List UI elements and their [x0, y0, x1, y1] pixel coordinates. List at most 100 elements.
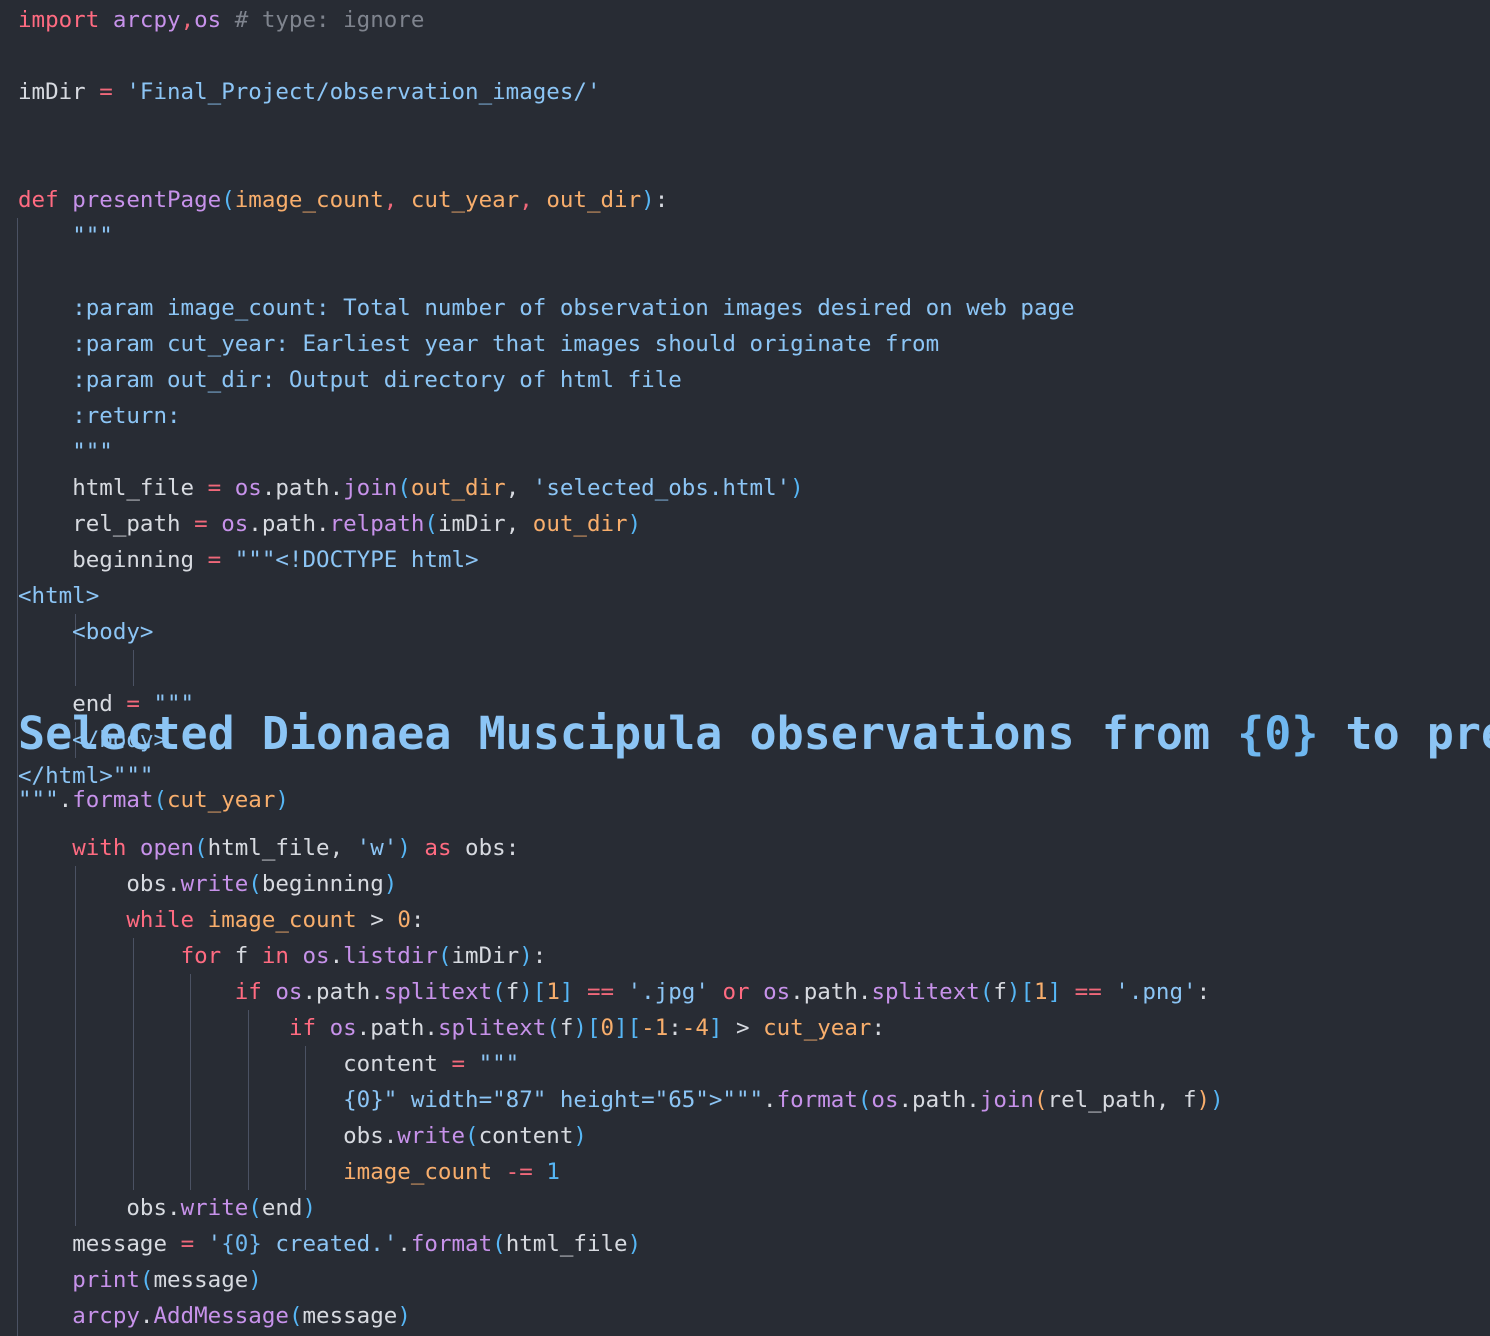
code-line-6[interactable]: def presentPage(image_count, cut_year, o… — [0, 182, 1490, 218]
code-line-14[interactable]: html_file = os.path.join(out_dir, 'selec… — [0, 470, 1490, 506]
code-line-22[interactable]: </html>""" — [0, 758, 1490, 794]
code-line-20[interactable]: end = """ — [0, 686, 1490, 722]
code-line-16[interactable]: beginning = """<!DOCTYPE html> — [0, 542, 1490, 578]
token-module-os-ref7: os — [871, 1087, 899, 1113]
token-arg-html-file: html_file — [207, 835, 330, 861]
token-html-open-html: <html> — [18, 583, 100, 609]
token-keyword-for: for — [180, 943, 222, 969]
token-keyword-while: while — [126, 907, 195, 933]
token-index-1: 1 — [546, 979, 560, 1005]
token-keyword-as: as — [424, 835, 452, 861]
token-param-cut-year: cut_year — [410, 187, 520, 213]
token-arg-out-dir-2: out_dir — [532, 511, 628, 537]
token-number-zero: 0 — [397, 907, 411, 933]
code-line-18[interactable]: <body> — [0, 614, 1490, 650]
token-module-os-ref: os — [234, 475, 262, 501]
code-line-3[interactable]: imDir = 'Final_Project/observation_image… — [0, 74, 1490, 110]
token-arg-f-2: f — [993, 979, 1007, 1005]
token-var-content: content — [343, 1051, 438, 1077]
token-method-join-2: join — [979, 1087, 1034, 1113]
code-line-5[interactable] — [0, 146, 1490, 182]
code-line-15[interactable]: rel_path = os.path.relpath(imDir, out_di… — [0, 506, 1490, 542]
token-triple-quote-open-3: """ — [478, 1051, 520, 1077]
code-line-12[interactable]: :return: — [0, 398, 1490, 434]
token-index-0: 0 — [600, 1015, 615, 1041]
code-line-31[interactable]: {0}" width="87" height="65">""".format(o… — [0, 1082, 1490, 1118]
code-line-19[interactable]: Selected Dionaea Muscipula observations … — [0, 650, 1490, 813]
code-line-37[interactable]: arcpy.AddMessage(message) — [0, 1298, 1490, 1334]
code-line-7[interactable]: """ — [0, 218, 1490, 254]
token-slice-end: -4 — [681, 1015, 709, 1041]
code-line-10[interactable]: :param cut_year: Earliest year that imag… — [0, 326, 1490, 362]
code-line-4[interactable] — [0, 110, 1490, 146]
code-line-34[interactable]: obs.write(end) — [0, 1190, 1490, 1226]
token-operator-eq-1: == — [586, 979, 615, 1005]
code-line-17[interactable]: <html> — [0, 578, 1490, 614]
code-line-27[interactable]: for f in os.listdir(imDir): — [0, 938, 1490, 974]
token-paren-close: ) — [641, 187, 655, 213]
token-format-placeholder: {0} — [221, 1231, 262, 1257]
token-method-splitext-3: splitext — [437, 1015, 547, 1041]
code-line-35[interactable]: message = '{0} created.'.format(html_fil… — [0, 1226, 1490, 1262]
token-builtin-open: open — [139, 835, 195, 861]
code-line-32[interactable]: obs.write(content) — [0, 1118, 1490, 1154]
token-builtin-print: print — [72, 1267, 140, 1293]
token-var-image-count-1: image_count — [207, 907, 357, 933]
token-var-beginning: beginning — [72, 547, 195, 573]
token-var-obs-ref-1: obs — [126, 871, 168, 897]
token-method-splitext-2: splitext — [871, 979, 980, 1005]
token-html-doctype: <!DOCTYPE html> — [275, 547, 479, 573]
token-method-AddMessage: AddMessage — [153, 1303, 289, 1329]
code-line-28[interactable]: if os.path.splitext(f)[1] == '.jpg' or o… — [0, 974, 1490, 1010]
code-line-24[interactable]: with open(html_file, 'w') as obs: — [0, 830, 1490, 866]
token-module-os-ref5: os — [763, 979, 791, 1005]
token-triple-quote-close-2: """ — [112, 763, 154, 789]
code-line-13[interactable]: """ — [0, 434, 1490, 470]
token-html-close-html: </html> — [18, 763, 113, 789]
token-module-os-ref3: os — [302, 943, 330, 969]
code-line-23[interactable] — [0, 794, 1490, 830]
token-var-obs: obs — [465, 835, 506, 861]
token-triple-quote-open-2: """ — [153, 691, 195, 717]
token-method-write-1: write — [180, 871, 249, 897]
token-arg-end: end — [261, 1195, 303, 1221]
token-html-close-body: </body> — [18, 727, 168, 753]
token-arg-f-1: f — [505, 979, 520, 1005]
token-module-arcpy-ref: arcpy — [72, 1303, 140, 1329]
token-method-write-2: write — [397, 1123, 466, 1149]
token-var-f: f — [234, 943, 249, 969]
code-line-36[interactable]: print(message) — [0, 1262, 1490, 1298]
token-index-1b: 1 — [1034, 979, 1048, 1005]
code-line-9[interactable]: :param image_count: Total number of obse… — [0, 290, 1490, 326]
token-keyword-if-1: if — [234, 979, 262, 1005]
code-line-8[interactable] — [0, 254, 1490, 290]
token-var-end: end — [72, 691, 113, 717]
token-triple-quote-close-3: """ — [722, 1087, 764, 1113]
code-line-2[interactable] — [0, 38, 1490, 74]
token-docstring-return: :return: — [72, 403, 181, 429]
code-line-30[interactable]: content = """ — [0, 1046, 1490, 1082]
token-var-rel-path: rel_path — [72, 511, 181, 537]
token-operator-eq-2: == — [1074, 979, 1102, 1005]
token-docstring-param-cut-year: :param cut_year: Earliest year that imag… — [72, 331, 940, 357]
code-line-25[interactable]: obs.write(beginning) — [0, 866, 1490, 902]
token-module-os-ref4: os — [275, 979, 303, 1005]
token-string-created-message: '{0} created.' — [207, 1231, 398, 1257]
code-line-21[interactable]: </body> — [0, 722, 1490, 758]
code-line-33[interactable]: image_count -= 1 — [0, 1154, 1490, 1190]
token-arg-f-4: f — [1183, 1087, 1197, 1113]
token-method-relpath: relpath — [329, 511, 425, 537]
code-line-29[interactable]: if os.path.splitext(f)[0][-1:-4] > cut_y… — [0, 1010, 1490, 1046]
token-var-obs-ref-3: obs — [126, 1195, 168, 1221]
code-line-26[interactable]: while image_count > 0: — [0, 902, 1490, 938]
token-string-ext-jpg: '.jpg' — [627, 979, 709, 1005]
token-method-format-3: format — [410, 1231, 493, 1257]
token-html-open-body: <body> — [18, 619, 154, 645]
token-keyword-or: or — [722, 979, 750, 1005]
token-module-os-ref6: os — [329, 1015, 357, 1041]
code-line-1[interactable]: import arcpy,os # type: ignore — [0, 2, 1490, 38]
token-param-out-dir: out_dir — [546, 187, 642, 213]
token-paren-open: ( — [221, 187, 235, 213]
code-line-11[interactable]: :param out_dir: Output directory of html… — [0, 362, 1490, 398]
code-editor-surface[interactable]: import arcpy,os # type: ignore imDir = '… — [0, 0, 1490, 1336]
